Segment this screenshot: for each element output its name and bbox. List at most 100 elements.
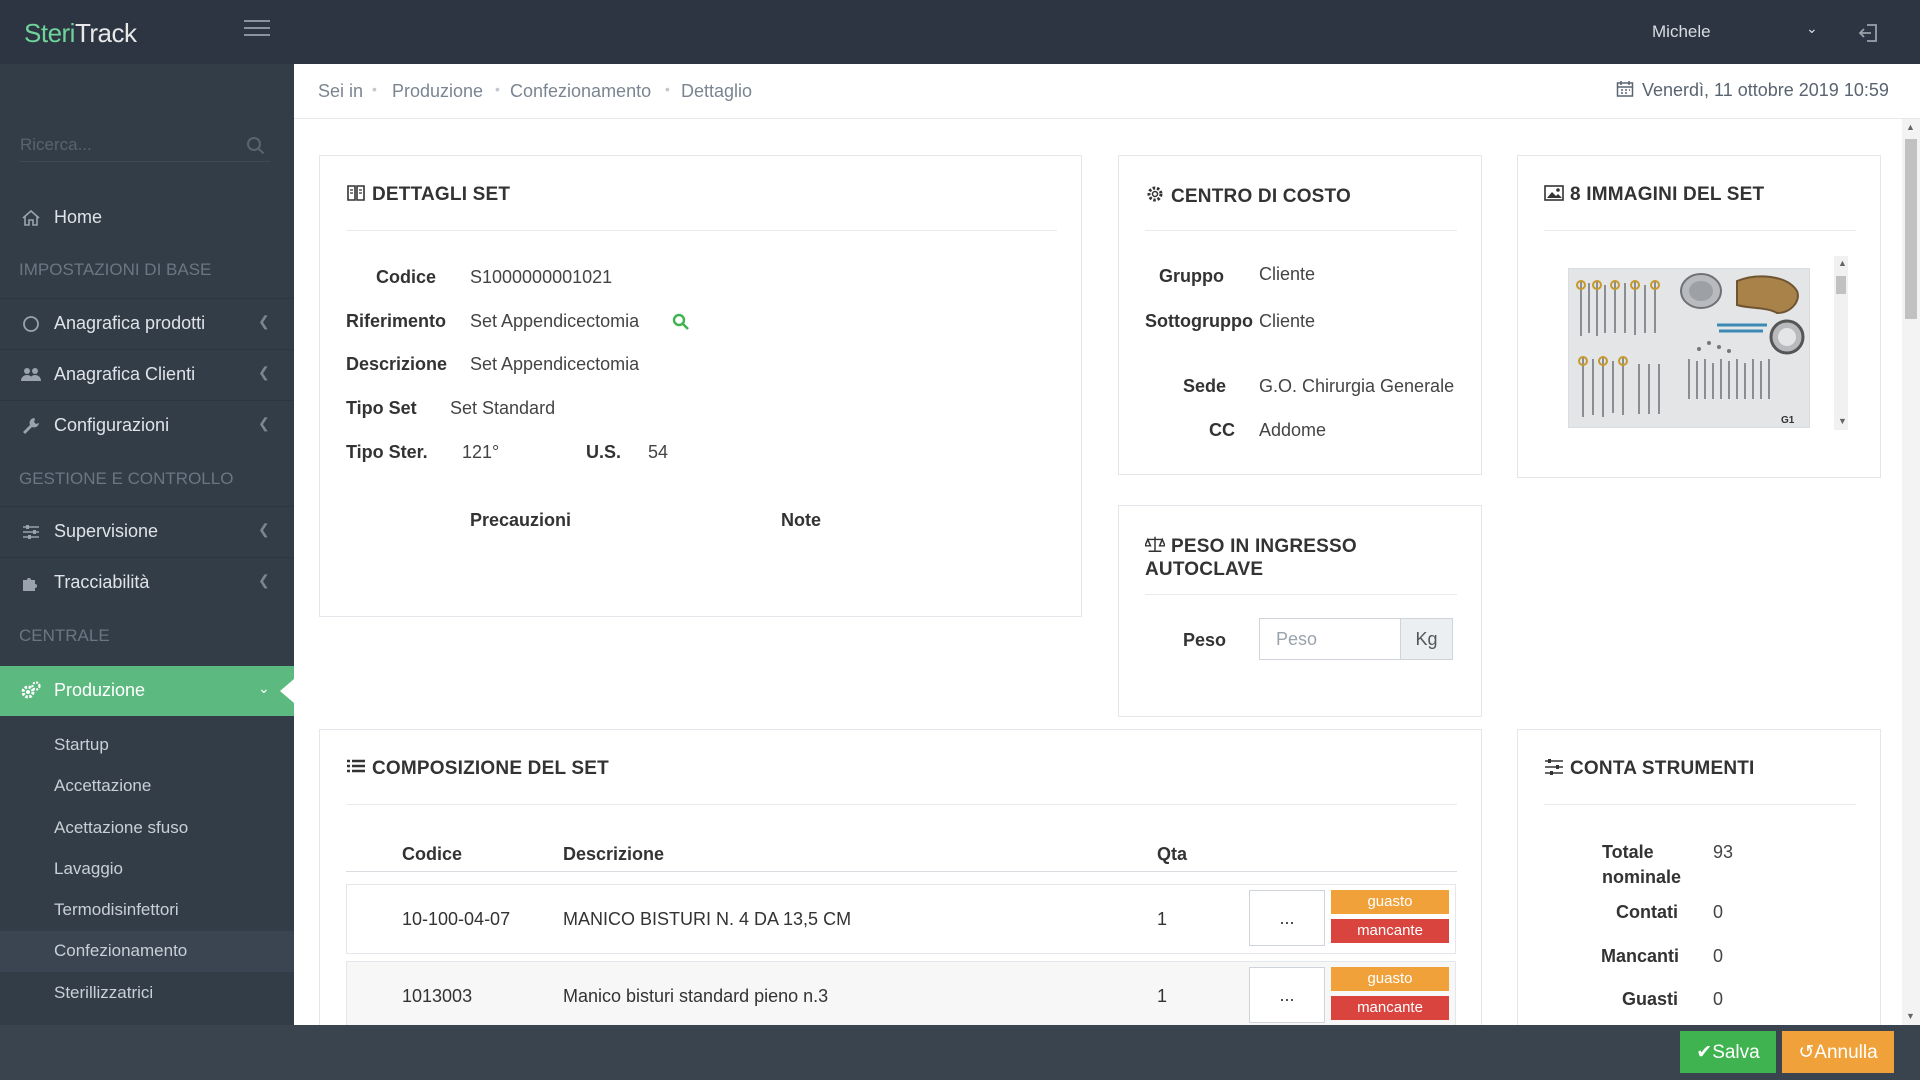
card-conta-strumenti: CONTA STRUMENTI Totale nominale 93 Conta… xyxy=(1517,729,1881,1025)
sede-label: Sede xyxy=(1183,376,1227,396)
home-icon xyxy=(22,209,40,226)
sidebar-sub-label: Accettazione xyxy=(54,776,152,795)
active-indicator xyxy=(280,679,294,703)
page-scrollbar[interactable]: ▲ ▼ xyxy=(1902,119,1920,1025)
set-image-thumbnail[interactable]: G1 xyxy=(1568,268,1810,428)
row-details-button[interactable]: ... xyxy=(1249,967,1325,1023)
sidebar-item-home[interactable]: Home xyxy=(0,193,294,243)
breadcrumb: Sei in • Produzione • Confezionamento • … xyxy=(294,64,1920,119)
guasto-button[interactable]: guasto xyxy=(1331,890,1449,914)
sidebar: Home IMPOSTAZIONI DI BASE Anagrafica pro… xyxy=(0,64,294,1025)
sidebar-sub-confezionamento[interactable]: Confezionamento xyxy=(0,931,294,972)
tipo-ster-label: Tipo Ster. xyxy=(346,442,428,462)
breadcrumb-root: Sei in xyxy=(318,81,364,101)
chevron-down-icon: ⌄ xyxy=(258,680,270,696)
riferimento-label: Riferimento xyxy=(346,311,447,331)
sidebar-item-tracciabilita[interactable]: Tracciabilità ❮ xyxy=(0,557,294,607)
breadcrumb-separator: • xyxy=(372,81,377,97)
scroll-thumb[interactable] xyxy=(1905,139,1917,319)
card-title: CONTA STRUMENTI xyxy=(1544,758,1755,780)
cancel-button[interactable]: ↺Annulla xyxy=(1782,1031,1894,1073)
divider xyxy=(1544,230,1856,231)
peso-input[interactable] xyxy=(1259,618,1401,660)
sidebar-sub-termodisinfettori[interactable]: Termodisinfettori xyxy=(0,890,294,931)
sidebar-item-anagrafica-clienti[interactable]: Anagrafica Clienti ❮ xyxy=(0,349,294,399)
sidebar-item-label: Tracciabilità xyxy=(54,572,150,592)
image-caption: G1 xyxy=(1781,415,1795,426)
row-descrizione: Manico bisturi standard pieno n.3 xyxy=(563,986,829,1006)
sidebar-sub-label: Lavaggio xyxy=(54,859,124,878)
sidebar-item-produzione[interactable]: Produzione ⌄ xyxy=(0,666,294,716)
search-input[interactable] xyxy=(20,132,230,158)
sidebar-sub-startup[interactable]: Startup xyxy=(0,725,294,766)
scroll-up-icon[interactable]: ▲ xyxy=(1838,258,1847,268)
tipo-set-label: Tipo Set xyxy=(346,398,417,418)
peso-unit-addon: Kg xyxy=(1401,618,1453,660)
sidebar-item-label: Home xyxy=(54,207,103,227)
chevron-left-icon: ❮ xyxy=(258,313,270,329)
image-scrollbar[interactable]: ▲ ▼ xyxy=(1834,256,1848,430)
guasto-button[interactable]: guasto xyxy=(1331,967,1449,991)
row-qta: 1 xyxy=(1157,986,1168,1006)
chevron-down-icon[interactable]: ⌄ xyxy=(1806,20,1818,37)
row-details-button[interactable]: ... xyxy=(1249,890,1325,946)
card-centro-di-costo: CENTRO DI COSTO Gruppo Cliente Sottogrup… xyxy=(1118,155,1482,475)
card-title: COMPOSIZIONE DEL SET xyxy=(346,758,609,780)
card-title: 8 IMMAGINI DEL SET xyxy=(1544,184,1764,206)
sidebar-sub-label: Termodisinfettori xyxy=(54,900,179,919)
scroll-up-icon[interactable]: ▲ xyxy=(1906,122,1915,132)
precauzioni-label: Precauzioni xyxy=(470,510,572,530)
sliders-icon xyxy=(23,525,39,539)
card-title-text: COMPOSIZIONE DEL SET xyxy=(372,758,609,779)
card-dettagli-set: DETTAGLI SET Codice S1000000001021 Rifer… xyxy=(319,155,1082,617)
users-icon xyxy=(21,368,41,381)
col-header-descrizione[interactable]: Descrizione xyxy=(563,844,664,865)
save-button-label: Salva xyxy=(1712,1041,1760,1063)
sidebar-item-label: Anagrafica prodotti xyxy=(54,313,206,333)
save-button[interactable]: ✔Salva xyxy=(1680,1031,1776,1073)
sidebar-sub-sterilizzatrici[interactable]: Sterillizzatrici xyxy=(0,973,294,1014)
instruments-image: G1 xyxy=(1569,269,1809,427)
table-row: 1013003 Manico bisturi standard pieno n.… xyxy=(346,961,1456,1025)
sidebar-item-configurazioni[interactable]: Configurazioni ❮ xyxy=(0,400,294,450)
search-icon[interactable] xyxy=(246,136,266,156)
scroll-thumb[interactable] xyxy=(1836,276,1846,294)
breadcrumb-produzione[interactable]: Produzione xyxy=(392,81,483,102)
divider xyxy=(1145,230,1457,231)
col-header-qta[interactable]: Qta xyxy=(1157,844,1187,865)
guasti-value: 0 xyxy=(1713,989,1724,1009)
scroll-down-icon[interactable]: ▼ xyxy=(1906,1011,1915,1021)
contati-value: 0 xyxy=(1713,902,1724,922)
current-date: Venerdì, 11 ottobre 2019 10:59 xyxy=(1642,80,1889,100)
user-menu-name[interactable]: Michele xyxy=(1652,22,1711,42)
logo-text-a: Steri xyxy=(24,18,75,48)
table-row: 10-100-04-07 MANICO BISTURI N. 4 DA 13,5… xyxy=(346,884,1456,954)
list-icon xyxy=(347,759,365,773)
logo-text-b: Track xyxy=(74,18,137,48)
sidebar-item-label: Configurazioni xyxy=(54,415,170,435)
scroll-down-icon[interactable]: ▼ xyxy=(1838,416,1847,426)
codice-value: S1000000001021 xyxy=(470,267,613,287)
note-label: Note xyxy=(781,510,821,530)
sidebar-sub-accettazione-sfuso[interactable]: Acettazione sfuso xyxy=(0,808,294,849)
card-immagini-set: 8 IMMAGINI DEL SET G1 ▲ ▼ xyxy=(1517,155,1881,478)
breadcrumb-separator: • xyxy=(665,81,670,97)
sidebar-sub-lavaggio[interactable]: Lavaggio xyxy=(0,849,294,890)
row-descrizione: MANICO BISTURI N. 4 DA 13,5 CM xyxy=(563,909,852,929)
col-header-codice[interactable]: Codice xyxy=(402,844,462,865)
row-codice: 1013003 xyxy=(402,986,473,1006)
mancante-button[interactable]: mancante xyxy=(1331,919,1449,943)
sidebar-item-supervisione[interactable]: Supervisione ❮ xyxy=(0,506,294,556)
sidebar-item-anagrafica-prodotti[interactable]: Anagrafica prodotti ❮ xyxy=(0,298,294,348)
breadcrumb-confezionamento[interactable]: Confezionamento xyxy=(510,81,651,102)
menu-toggle-icon[interactable] xyxy=(244,20,270,38)
mancanti-label: Mancanti xyxy=(1601,946,1680,966)
chevron-left-icon: ❮ xyxy=(258,364,270,380)
sidebar-sub-accettazione[interactable]: Accettazione xyxy=(0,766,294,807)
app-logo[interactable]: SteriTrack xyxy=(24,18,137,49)
mancante-button[interactable]: mancante xyxy=(1331,996,1449,1020)
balance-scale-icon xyxy=(1145,536,1165,552)
divider xyxy=(346,804,1457,805)
logout-icon[interactable] xyxy=(1858,22,1880,44)
search-icon[interactable] xyxy=(672,313,690,331)
